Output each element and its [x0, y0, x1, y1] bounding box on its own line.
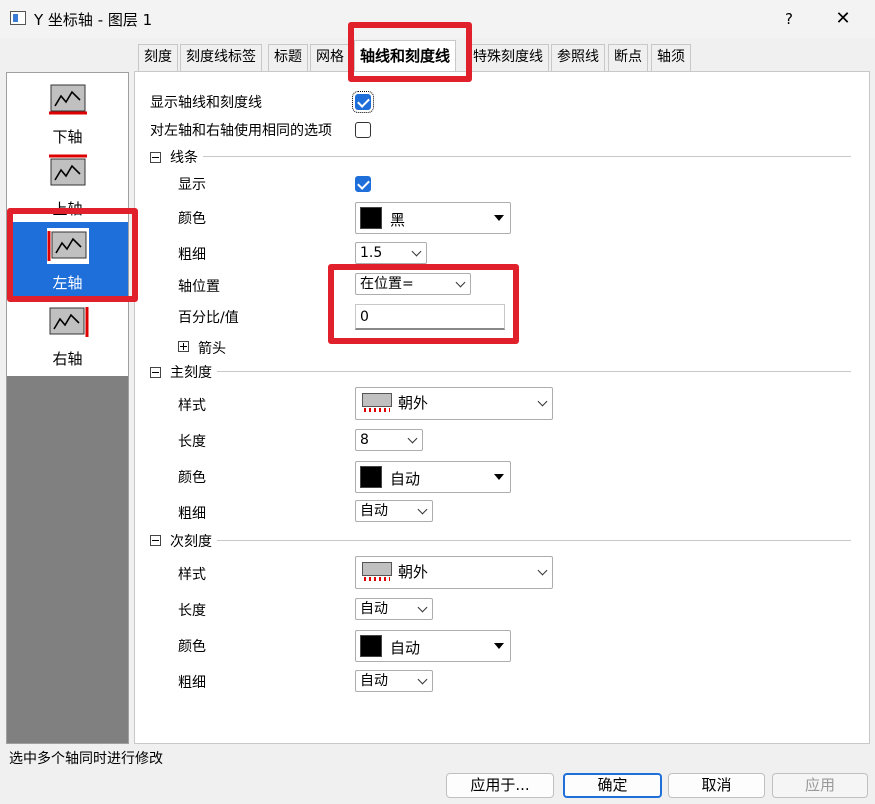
minor-thickness-value: 自动	[360, 673, 388, 689]
apply-to-button[interactable]: 应用于...	[446, 773, 554, 798]
same-options-label: 对左轴和右轴使用相同的选项	[150, 123, 332, 139]
same-options-checkbox[interactable]	[355, 122, 371, 138]
highlight-box-tab	[348, 22, 472, 82]
axis-item-label: 右轴	[52, 350, 83, 368]
tab-reference-lines[interactable]: 参照线	[551, 44, 605, 71]
tab-tick-labels[interactable]: 刻度线标签	[180, 44, 262, 71]
line-show-checkbox[interactable]	[355, 176, 371, 192]
chevron-down-icon	[411, 246, 422, 257]
percent-value-label: 百分比/值	[178, 310, 239, 326]
tab-breaks[interactable]: 断点	[608, 44, 648, 71]
highlight-box-position	[328, 264, 519, 344]
chevron-down-icon	[417, 602, 428, 613]
minor-length-label: 长度	[178, 603, 206, 619]
chevron-down-icon	[417, 674, 428, 685]
axis-item-bottom[interactable]: 下轴	[7, 76, 128, 152]
minor-color-label: 颜色	[178, 639, 206, 655]
tab-title[interactable]: 标题	[268, 44, 308, 71]
minor-length-select[interactable]: 自动	[355, 598, 433, 620]
major-section-collapse-icon[interactable]	[150, 367, 161, 378]
chevron-down-icon	[537, 396, 548, 407]
major-thickness-label: 粗细	[178, 506, 206, 522]
section-divider	[217, 540, 851, 541]
major-thickness-value: 自动	[360, 503, 388, 519]
tab-grid[interactable]: 网格	[310, 44, 350, 71]
color-swatch	[360, 466, 382, 488]
right-axis-icon	[49, 307, 89, 337]
tick-style-preview-icon	[362, 562, 392, 576]
line-color-label: 颜色	[178, 211, 206, 227]
minor-style-label: 样式	[178, 567, 206, 583]
minor-section-collapse-icon[interactable]	[150, 535, 161, 546]
color-swatch	[360, 207, 382, 229]
show-axis-checkbox[interactable]	[352, 91, 374, 113]
close-button[interactable]: ✕	[826, 6, 860, 32]
minor-thickness-select[interactable]: 自动	[355, 670, 433, 692]
major-color-dropdown[interactable]: 自动	[355, 461, 511, 493]
line-thickness-value: 1.5	[360, 245, 383, 261]
major-section-header: 主刻度	[170, 365, 212, 381]
top-axis-icon	[49, 154, 87, 186]
major-length-select[interactable]: 8	[355, 429, 423, 451]
major-thickness-select[interactable]: 自动	[355, 500, 433, 522]
cancel-button[interactable]: 取消	[668, 773, 765, 798]
axis-item-label: 下轴	[52, 128, 83, 146]
line-thickness-label: 粗细	[178, 247, 206, 263]
minor-section-header: 次刻度	[170, 534, 212, 550]
line-section-header: 线条	[170, 150, 198, 166]
dropdown-arrow-icon	[494, 215, 504, 221]
line-color-value: 黑	[390, 211, 406, 229]
chevron-down-icon	[537, 565, 548, 576]
minor-style-select[interactable]: 朝外	[355, 556, 553, 589]
minor-length-value: 自动	[360, 601, 388, 617]
chevron-down-icon	[417, 504, 428, 515]
tick-marks-icon	[364, 408, 390, 412]
chevron-down-icon	[407, 433, 418, 444]
bottom-axis-icon	[49, 84, 87, 115]
tab-ticks[interactable]: 刻度	[138, 44, 178, 71]
major-color-value: 自动	[390, 470, 421, 488]
dropdown-arrow-icon	[494, 643, 504, 649]
app-icon	[10, 11, 26, 25]
tick-marks-icon	[364, 577, 390, 581]
section-divider	[217, 371, 851, 372]
major-length-label: 长度	[178, 434, 206, 450]
minor-color-value: 自动	[390, 639, 421, 657]
major-style-select[interactable]: 朝外	[355, 387, 553, 420]
line-show-label: 显示	[178, 177, 206, 193]
major-style-label: 样式	[178, 398, 206, 414]
minor-color-dropdown[interactable]: 自动	[355, 630, 511, 662]
tick-style-preview-icon	[362, 393, 392, 407]
minor-thickness-label: 粗细	[178, 675, 206, 691]
window-title: Y 坐标轴 - 图层 1	[34, 11, 153, 29]
arrow-label: 箭头	[198, 341, 226, 357]
axis-item-right[interactable]: 右轴	[7, 298, 128, 374]
major-length-value: 8	[360, 432, 369, 448]
axis-position-label: 轴位置	[178, 279, 220, 295]
show-axis-label: 显示轴线和刻度线	[150, 95, 262, 111]
line-thickness-select[interactable]: 1.5	[355, 242, 427, 264]
major-color-label: 颜色	[178, 470, 206, 486]
arrow-expand-icon[interactable]	[178, 341, 189, 352]
line-color-dropdown[interactable]: 黑	[355, 202, 511, 234]
minor-style-value: 朝外	[398, 563, 429, 581]
apply-button[interactable]: 应用	[772, 773, 868, 798]
major-style-value: 朝外	[398, 394, 429, 412]
color-swatch	[360, 635, 382, 657]
tab-special-ticks[interactable]: 特殊刻度线	[467, 44, 549, 71]
dropdown-arrow-icon	[494, 474, 504, 480]
line-section-collapse-icon[interactable]	[150, 152, 161, 163]
tab-rug[interactable]: 轴须	[651, 44, 691, 71]
status-text: 选中多个轴同时进行修改	[9, 751, 163, 767]
ok-button[interactable]: 确定	[563, 773, 662, 798]
highlight-box-left-axis	[7, 208, 138, 302]
help-button[interactable]: ?	[772, 6, 806, 32]
section-divider	[203, 156, 851, 157]
